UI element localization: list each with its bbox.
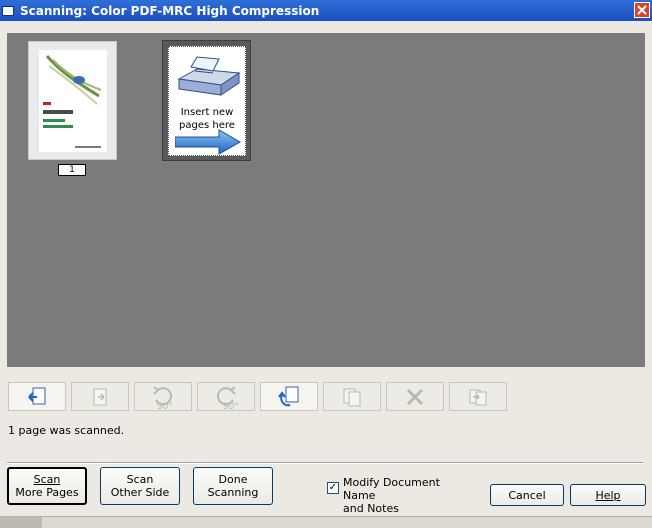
- done-scanning-button[interactable]: Done Scanning: [193, 467, 273, 505]
- scan-more-pages-button[interactable]: Scan More Pages: [7, 467, 87, 505]
- rotate-page-button[interactable]: [260, 382, 318, 411]
- delete-button[interactable]: [386, 382, 444, 411]
- arrow-right-icon: [175, 129, 241, 155]
- modify-label-line1: Modify Document Name: [343, 476, 440, 502]
- scan-preview-area[interactable]: 1 Insert new pages here: [7, 33, 645, 367]
- footer-separator: [7, 462, 643, 464]
- reorder-icon: [343, 388, 361, 406]
- rotate-left-label: 90°: [157, 402, 173, 410]
- page-thumbnail-image: [39, 50, 107, 152]
- cancel-label: Cancel: [508, 488, 546, 502]
- rotate-left-button[interactable]: 90°: [134, 382, 192, 411]
- done-line1: Done: [218, 473, 248, 486]
- scan-more-line2: More Pages: [15, 486, 79, 499]
- replace-icon: [469, 389, 487, 405]
- page-thumbnail[interactable]: [28, 41, 117, 160]
- title-bar: Scanning: Color PDF-MRC High Compression: [0, 0, 652, 21]
- window-icon: [2, 5, 14, 16]
- insert-pages-panel: Insert new pages here: [168, 46, 246, 156]
- cancel-button[interactable]: Cancel: [490, 484, 564, 506]
- help-button[interactable]: Help: [570, 484, 646, 506]
- insert-page-button[interactable]: [8, 382, 66, 411]
- rotate-left-icon: 90°: [153, 385, 173, 410]
- scanner-icon: [177, 56, 241, 96]
- modify-document-option: ✓ Modify Document Name and Notes: [327, 476, 473, 515]
- move-page-button[interactable]: [71, 382, 129, 411]
- scan-other-line2: Other Side: [110, 486, 170, 499]
- replace-button[interactable]: [449, 382, 507, 411]
- insert-page-icon: [28, 387, 46, 404]
- scan-other-line1: Scan: [126, 473, 154, 486]
- scan-other-side-button[interactable]: Scan Other Side: [100, 467, 180, 505]
- insert-pages-target[interactable]: Insert new pages here: [162, 40, 251, 161]
- scan-more-line1: Scan: [33, 473, 61, 486]
- help-label: Help: [595, 488, 621, 502]
- delete-icon: [406, 388, 424, 405]
- done-line2: Scanning: [207, 486, 259, 499]
- page-number-label: 1: [58, 164, 86, 176]
- rotate-right-label: 90°: [223, 402, 239, 410]
- modify-label-line2: and Notes: [343, 502, 399, 515]
- move-page-icon: [93, 388, 107, 405]
- reorder-button[interactable]: [323, 382, 381, 411]
- taskbar-strip: [0, 516, 652, 528]
- taskbar-start-area: [0, 517, 42, 528]
- rotate-right-icon: 90°: [216, 385, 239, 410]
- window-title: Scanning: Color PDF-MRC High Compression: [20, 3, 320, 18]
- scan-status-text: 1 page was scanned.: [8, 424, 125, 437]
- close-button[interactable]: [634, 2, 650, 18]
- rotate-right-button[interactable]: 90°: [197, 382, 255, 411]
- book-cover-icon: [39, 50, 107, 152]
- close-icon: [637, 5, 647, 15]
- rotate-page-icon: [278, 386, 299, 406]
- modify-document-checkbox[interactable]: ✓: [327, 482, 339, 494]
